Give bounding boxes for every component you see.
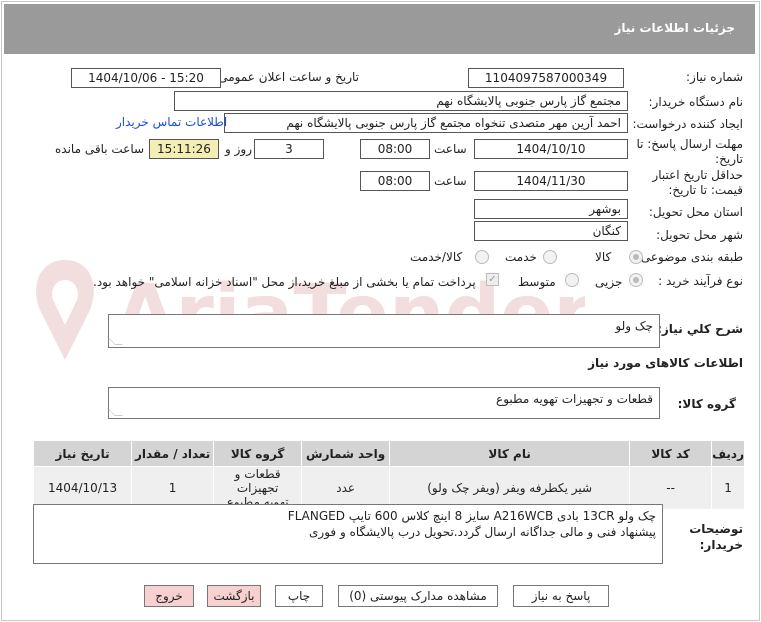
header-bar: جزئیات اطلاعات نیاز [4, 4, 755, 54]
category-radio-goods-service[interactable] [475, 250, 489, 264]
remaining-time-label: ساعت باقی مانده [55, 142, 145, 156]
category-option-goods-service: کالا/خدمت [410, 250, 463, 264]
description-label: شرح کلي نياز: [657, 322, 743, 336]
city-label: شهر محل تحویل: [656, 228, 743, 242]
deadline-label-date: تاریخ: [715, 152, 743, 166]
attachments-button[interactable]: مشاهده مدارک پیوستی (0) [338, 585, 498, 607]
category-option-service: خدمت [505, 250, 537, 264]
treasury-checkbox[interactable]: ✓ [486, 273, 499, 286]
treasury-note: پرداخت تمام یا بخشی از مبلغ خرید،از محل … [93, 275, 476, 289]
announce-label: تاریخ و ساعت اعلان عمومی: [214, 70, 359, 84]
contact-buyer-link[interactable]: اطلاعات تماس خریدار [116, 115, 227, 129]
col-group: گروه کالا [213, 440, 303, 467]
need-number-label: شماره نیاز: [686, 70, 743, 84]
print-button[interactable]: چاپ [275, 585, 323, 607]
exit-button[interactable]: خروج [144, 585, 194, 607]
buyer-notes-line-1: چک ولو 13CR بادی A216WCB سایز 8 اینچ کلا… [287, 509, 656, 523]
cell-row: 1 [711, 466, 745, 510]
buyer-org-field: مجتمع گاز پارس جنوبی پالایشگاه نهم [174, 91, 628, 111]
process-option-minor: جزیی [595, 275, 623, 289]
col-date: تاریخ نیاز [32, 440, 133, 467]
goods-group-label: گروه کالا: [677, 397, 736, 411]
col-code: کد کالا [629, 440, 713, 467]
buyer-org-label: نام دستگاه خریدار: [648, 95, 744, 109]
description-textarea[interactable]: چک ولو [107, 314, 660, 348]
province-field: بوشهر [474, 199, 628, 219]
creator-label: ایجاد کننده درخواست: [632, 117, 743, 131]
buyer-notes-textarea[interactable]: چک ولو 13CR بادی A216WCB سایز 8 اینچ کلا… [33, 504, 663, 564]
process-radio-medium[interactable] [565, 273, 579, 287]
deadline-time-label: ساعت [434, 142, 467, 156]
validity-label: حداقل تاریخ اعتبار [652, 168, 743, 182]
col-unit: واحد شمارش [301, 440, 391, 467]
announce-field: 1404/10/06 - 15:20 [71, 68, 221, 88]
need-number-field: 1104097587000349 [468, 68, 624, 88]
buyer-notes-label-2: خریدار: [699, 538, 743, 552]
days-remaining-field: 3 [254, 139, 324, 159]
deadline-time-field: 08:00 [360, 139, 430, 159]
resize-grip-icon[interactable] [107, 337, 123, 345]
process-option-medium: متوسط [518, 275, 556, 289]
goods-group-text: قطعات و تجهیزات تهویه مطبوع [496, 392, 653, 406]
col-name: نام کالا [389, 440, 631, 467]
validity-time-field: 08:00 [360, 171, 430, 191]
reply-button[interactable]: پاسخ به نیاز [513, 585, 609, 607]
category-label: طبقه بندی موضوعی: [636, 250, 743, 264]
validity-time-label: ساعت [434, 174, 467, 188]
goods-section-title: اطلاعات کالاهای مورد نیاز [588, 356, 743, 370]
table-header-row: ردیف کد کالا نام کالا واحد شمارش گروه کا… [32, 440, 745, 467]
creator-field: احمد آرین مهر متصدی تنخواه مجتمع گاز پار… [224, 113, 628, 133]
days-label: روز و [225, 142, 252, 156]
city-field: کنگان [474, 221, 628, 241]
deadline-label: مهلت ارسال پاسخ: تا [636, 137, 743, 151]
category-radio-goods[interactable] [629, 250, 643, 264]
deadline-date-field: 1404/10/10 [474, 139, 628, 159]
category-option-goods: کالا [595, 250, 612, 264]
buyer-notes-line-2: پیشنهاد فنی و مالی جداگانه ارسال گردد.تح… [309, 525, 656, 539]
process-radio-minor[interactable] [629, 273, 643, 287]
description-text: چک ولو [615, 319, 653, 333]
resize-grip-icon[interactable] [107, 408, 123, 416]
goods-group-textarea[interactable]: قطعات و تجهیزات تهویه مطبوع [107, 387, 660, 419]
page-title: جزئیات اطلاعات نیاز [614, 21, 735, 35]
remaining-time-field: 15:11:26 [149, 139, 219, 159]
category-radio-service[interactable] [543, 250, 557, 264]
cell-group-line1: قطعات و تجهیزات [234, 467, 281, 495]
province-label: استان محل تحویل: [648, 205, 743, 219]
items-table: ردیف کد کالا نام کالا واحد شمارش گروه کا… [32, 440, 745, 510]
validity-date-field: 1404/11/30 [474, 171, 628, 191]
col-qty: تعداد / مقدار [131, 440, 215, 467]
back-button[interactable]: بازگشت [207, 585, 261, 607]
buyer-notes-label: توضیحات [689, 522, 743, 536]
col-row: ردیف [711, 440, 745, 467]
validity-label-date: قیمت: تا تاریخ: [668, 183, 743, 197]
process-label: نوع فرآیند خرید : [658, 274, 743, 288]
